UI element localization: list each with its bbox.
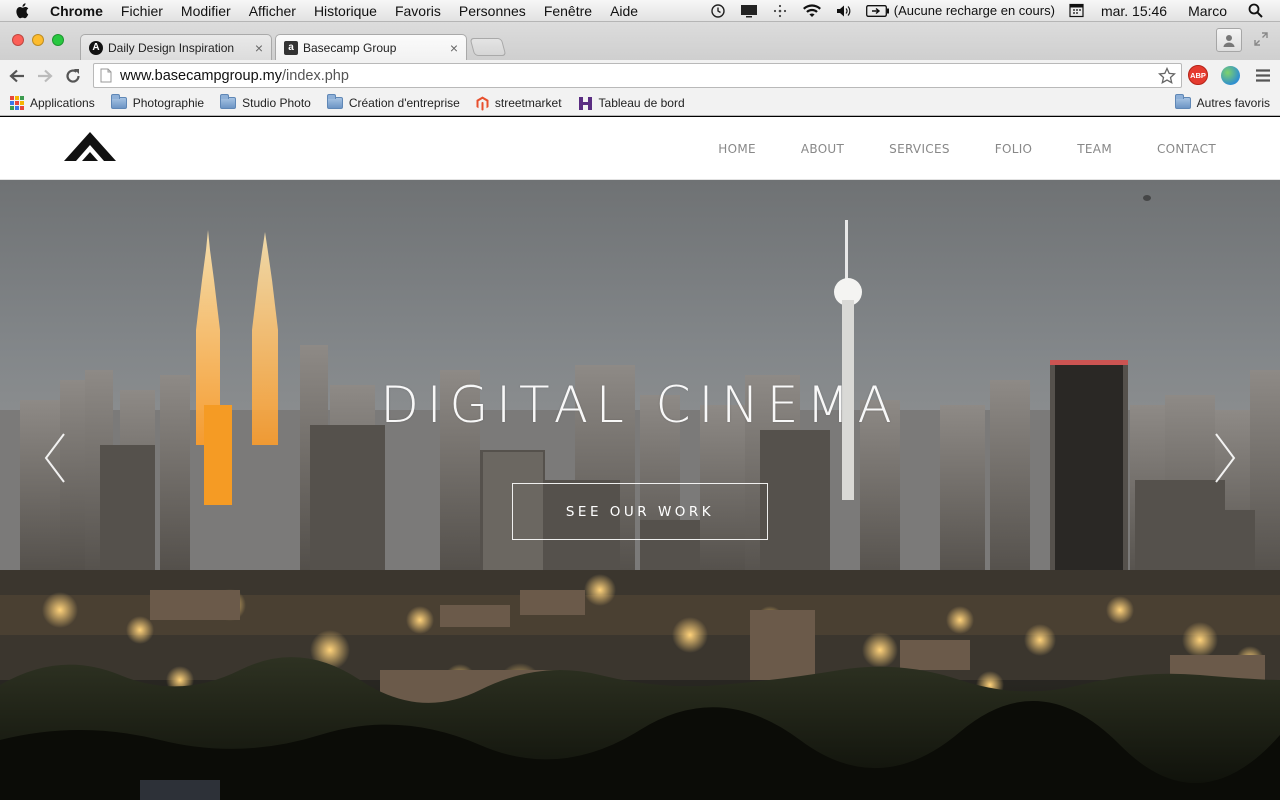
address-bar[interactable]: www.basecampgroup.my/index.php (93, 63, 1182, 88)
tab-close-icon[interactable]: × (450, 40, 458, 56)
menu-afficher[interactable]: Afficher (240, 0, 305, 22)
menu-historique[interactable]: Historique (305, 0, 386, 22)
back-button[interactable] (4, 63, 30, 89)
apple-menu-icon[interactable] (0, 2, 44, 19)
display-icon[interactable] (733, 4, 765, 18)
close-window-button[interactable] (12, 34, 24, 46)
mac-menu-bar: Chrome Fichier Modifier Afficher Histori… (0, 0, 1280, 22)
folder-icon (326, 94, 343, 109)
slider-next-arrow-icon[interactable] (1214, 432, 1236, 489)
forward-button[interactable] (32, 63, 58, 89)
back-arrow-icon (9, 69, 24, 82)
see-our-work-button[interactable]: SEE OUR WORK (512, 483, 768, 540)
nav-about[interactable]: ABOUT (801, 142, 844, 156)
forward-arrow-icon (38, 69, 53, 82)
minimize-window-button[interactable] (32, 34, 44, 46)
menubar-clock[interactable]: mar. 15:46 (1091, 3, 1174, 19)
tab-title: Daily Design Inspiration (108, 40, 235, 55)
folder-icon (110, 94, 127, 109)
profile-button[interactable] (1216, 28, 1242, 52)
magento-icon (476, 96, 489, 111)
new-tab-button[interactable] (469, 38, 507, 56)
reload-icon (66, 68, 80, 83)
bookmark-label: Création d'entreprise (348, 96, 460, 110)
bookmark-label: Applications (30, 96, 95, 110)
page-icon (100, 68, 112, 83)
battery-icon (865, 4, 889, 17)
chrome-menu-icon[interactable] (1256, 69, 1270, 87)
menu-fichier[interactable]: Fichier (112, 0, 172, 22)
window-controls (12, 34, 64, 46)
menu-fenetre[interactable]: Fenêtre (535, 0, 601, 22)
dashboard-icon (578, 96, 593, 111)
menu-extras: (Aucune recharge en cours) mar. 15:46 Ma… (703, 0, 1280, 22)
bookmark-label: streetmarket (494, 96, 562, 110)
tab-favicon-icon: a (284, 40, 298, 55)
bookmark-label: Autres favoris (1196, 96, 1270, 110)
tab-basecamp-group[interactable]: a Basecamp Group × (275, 34, 467, 60)
hero-slider: DIGITAL CINEMA SEE OUR WORK (0, 180, 1280, 800)
bookmark-label: Studio Photo (242, 96, 311, 110)
tab-favicon-icon: A (89, 40, 103, 55)
url-host: www.basecampgroup.my (120, 67, 282, 84)
bookmark-other-favorites[interactable]: Autres favoris (1171, 94, 1274, 110)
site-logo[interactable] (64, 131, 116, 168)
wifi-icon[interactable] (795, 3, 829, 18)
calendar-icon[interactable] (1062, 3, 1091, 18)
folder-icon (220, 94, 237, 109)
nav-contact[interactable]: CONTACT (1157, 142, 1216, 156)
apps-grid-icon (10, 96, 24, 110)
bookmark-streetmarket[interactable]: streetmarket (472, 96, 566, 111)
browser-toolbar: www.basecampgroup.my/index.php ABP (0, 60, 1280, 91)
bookmark-label: Tableau de bord (598, 96, 685, 110)
nav-folio[interactable]: FOLIO (995, 142, 1033, 156)
tab-daily-design-inspiration[interactable]: A Daily Design Inspiration × (80, 34, 272, 60)
bookmarks-bar: Applications Photographie Studio Photo C… (0, 91, 1280, 116)
time-machine-icon[interactable] (703, 3, 733, 19)
menu-aide[interactable]: Aide (601, 0, 647, 22)
site-header: HOME ABOUT SERVICES FOLIO TEAM CONTACT (0, 117, 1280, 180)
bookmark-photographie[interactable]: Photographie (107, 94, 208, 110)
browser-tab-strip: A Daily Design Inspiration × a Basecamp … (0, 22, 1280, 60)
bookmark-label: Photographie (132, 96, 205, 110)
volume-icon[interactable] (829, 4, 859, 18)
battery-status[interactable]: (Aucune recharge en cours) (859, 3, 1062, 18)
menu-app-chrome[interactable]: Chrome (44, 0, 112, 22)
bookmark-tableau-de-bord[interactable]: Tableau de bord (574, 96, 689, 111)
tab-title: Basecamp Group (303, 40, 397, 55)
url-path: /index.php (282, 67, 349, 84)
bookmark-applications[interactable]: Applications (6, 96, 99, 110)
bluetooth-icon[interactable] (765, 3, 795, 19)
folder-icon (1174, 94, 1191, 109)
bookmark-creation-entreprise[interactable]: Création d'entreprise (323, 94, 464, 110)
spotlight-search-icon[interactable] (1234, 3, 1270, 18)
fullscreen-icon[interactable] (1254, 32, 1268, 51)
nav-home[interactable]: HOME (718, 142, 756, 156)
reload-button[interactable] (60, 63, 86, 89)
site-navigation: HOME ABOUT SERVICES FOLIO TEAM CONTACT (673, 117, 1216, 180)
globe-extension-icon[interactable] (1221, 66, 1240, 85)
menu-modifier[interactable]: Modifier (172, 0, 240, 22)
nav-team[interactable]: TEAM (1077, 142, 1112, 156)
menu-favoris[interactable]: Favoris (386, 0, 450, 22)
adblock-plus-icon[interactable]: ABP (1188, 65, 1208, 85)
bookmark-studio-photo[interactable]: Studio Photo (216, 94, 315, 110)
slider-prev-arrow-icon[interactable] (44, 432, 66, 489)
bookmark-star-icon[interactable] (1158, 66, 1176, 85)
menubar-user[interactable]: Marco (1174, 3, 1234, 19)
zoom-window-button[interactable] (52, 34, 64, 46)
tab-close-icon[interactable]: × (255, 40, 263, 56)
menu-personnes[interactable]: Personnes (450, 0, 535, 22)
hero-title: DIGITAL CINEMA (380, 376, 900, 434)
battery-status-text: (Aucune recharge en cours) (893, 3, 1055, 18)
nav-services[interactable]: SERVICES (889, 142, 950, 156)
person-icon (1223, 34, 1235, 47)
